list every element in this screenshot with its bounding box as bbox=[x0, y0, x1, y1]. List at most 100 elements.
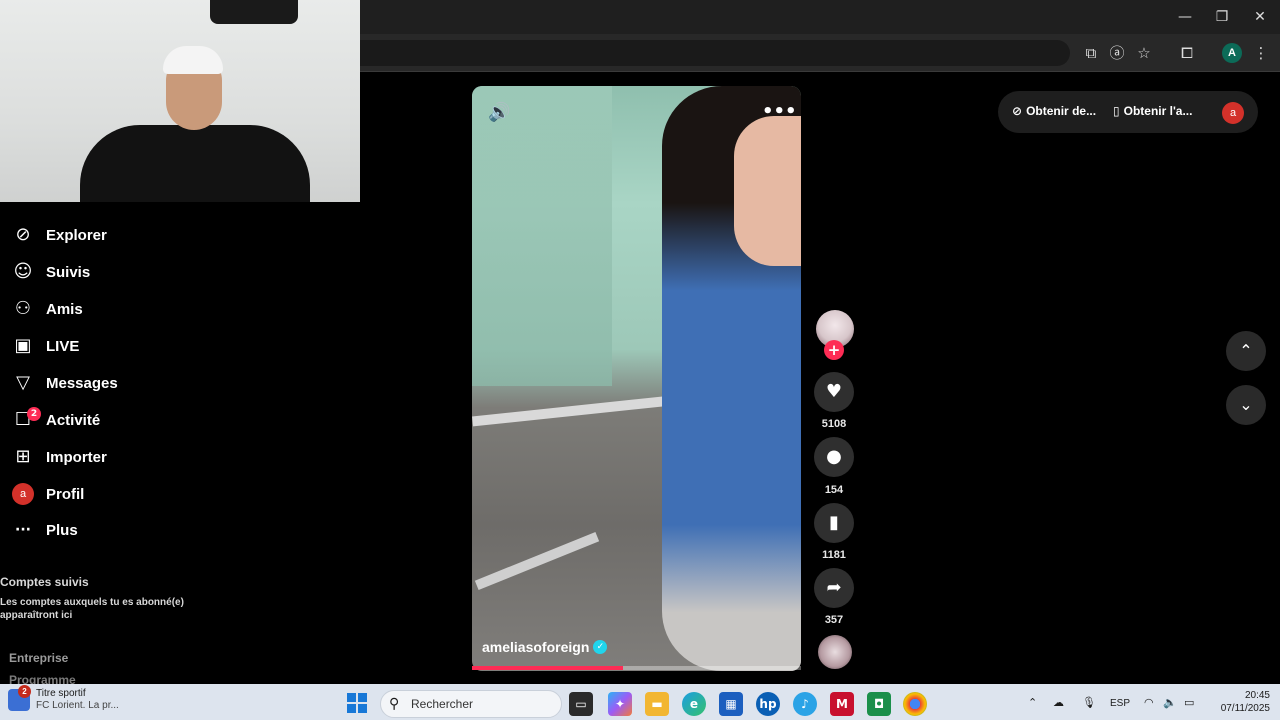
volume-icon[interactable]: 🔊 bbox=[488, 102, 510, 124]
task-view-icon[interactable]: ▭ bbox=[569, 692, 593, 716]
webcam-background-object bbox=[210, 0, 298, 24]
comment-count: 154 bbox=[824, 484, 844, 496]
verified-icon: ✓ bbox=[593, 640, 608, 654]
sidebar-item-label: Importer bbox=[46, 448, 107, 466]
language-indicator[interactable]: ESP bbox=[1110, 698, 1130, 709]
comment-icon: ● bbox=[826, 446, 842, 467]
news-badge: 2 bbox=[18, 685, 31, 698]
comment-button[interactable]: ● bbox=[814, 437, 854, 477]
microphone-icon[interactable]: 🎙 bbox=[1082, 696, 1096, 709]
upload-icon: ⊞ bbox=[15, 446, 31, 467]
sidebar-item-messages[interactable]: ▽ Messages bbox=[12, 368, 118, 398]
sidebar-item-label: LIVE bbox=[46, 337, 80, 355]
get-coins-label: Obtenir de... bbox=[1026, 104, 1097, 118]
live-icon: ▣ bbox=[14, 335, 32, 356]
profile-icon: a bbox=[12, 483, 34, 505]
edge-icon[interactable]: e bbox=[682, 692, 706, 716]
chrome-icon[interactable] bbox=[903, 692, 927, 716]
sidebar-item-profil[interactable]: a Profil bbox=[12, 479, 84, 509]
share-button[interactable]: ➦ bbox=[814, 568, 854, 608]
next-video-button[interactable]: ⌄ bbox=[1226, 385, 1266, 425]
webcam-person-torso bbox=[80, 125, 310, 202]
share-count: 357 bbox=[824, 614, 844, 626]
sidebar-item-activite[interactable]: ☐ 2 Activité bbox=[12, 405, 100, 435]
minimize-button[interactable]: — bbox=[1170, 6, 1200, 28]
activity-badge: 2 bbox=[27, 407, 41, 421]
get-coins-button[interactable]: ⊘ Obtenir de... bbox=[1012, 104, 1096, 118]
tray-expand-icon[interactable]: ⌃ bbox=[1028, 696, 1037, 709]
volume-tray-icon[interactable]: 🔈 bbox=[1163, 696, 1177, 709]
onedrive-icon[interactable]: ☁ bbox=[1053, 696, 1064, 709]
cast-icon[interactable]: ⧉ bbox=[1080, 42, 1102, 64]
user-avatar[interactable]: a bbox=[1222, 102, 1244, 124]
mcafee-icon[interactable]: M bbox=[830, 692, 854, 716]
author-username[interactable]: ameliasoforeign bbox=[482, 639, 589, 655]
save-button[interactable]: ▮ bbox=[814, 503, 854, 543]
webcam-person-cap bbox=[163, 46, 223, 74]
extensions-icon[interactable]: ⧠ bbox=[1176, 42, 1198, 64]
chevron-down-icon: ⌄ bbox=[1239, 395, 1253, 414]
search-label: Rechercher bbox=[411, 697, 474, 711]
followed-accounts-description: Les comptes auxquels tu es abonné(e) app… bbox=[0, 597, 184, 621]
news-subtitle: FC Lorient. La pr... bbox=[36, 700, 119, 711]
video-options-icon[interactable]: ••• bbox=[762, 102, 797, 124]
compass-icon: ⊘ bbox=[15, 224, 31, 245]
taskbar-search[interactable]: ⚲ Rechercher bbox=[380, 690, 562, 718]
system-clock[interactable]: 20:45 07/11/2025 bbox=[1200, 689, 1270, 715]
app-icon[interactable]: ♪ bbox=[793, 692, 817, 716]
sidebar-item-plus[interactable]: ··· Plus bbox=[12, 515, 78, 545]
sidebar-item-label: Explorer bbox=[46, 226, 107, 244]
more-vertical-icon[interactable]: ⋮ bbox=[1250, 42, 1272, 64]
sidebar-item-explorer[interactable]: ⊘ Explorer bbox=[12, 220, 107, 250]
wifi-icon[interactable]: ◠ bbox=[1144, 696, 1154, 709]
video-progress-fill bbox=[472, 666, 624, 670]
bookmark-icon: ▮ bbox=[829, 512, 839, 533]
browser-profile-avatar[interactable]: A bbox=[1222, 43, 1242, 63]
music-disc[interactable] bbox=[818, 635, 852, 669]
footer-link-entreprise[interactable]: Entreprise bbox=[9, 651, 68, 665]
sidebar-item-suivis[interactable]: ☺ Suivis bbox=[12, 257, 91, 287]
video-player[interactable] bbox=[472, 86, 801, 671]
star-icon[interactable]: ☆ bbox=[1133, 42, 1155, 64]
news-title: Titre sportif bbox=[36, 688, 86, 699]
video-frame-wall bbox=[472, 86, 612, 386]
file-explorer-icon[interactable]: ▬ bbox=[645, 692, 669, 716]
battery-icon[interactable]: ▭ bbox=[1184, 696, 1194, 709]
heart-icon: ♥ bbox=[825, 381, 843, 402]
followed-accounts-title: Comptes suivis bbox=[0, 575, 89, 589]
copilot-icon[interactable]: ✦ bbox=[608, 692, 632, 716]
news-icon: 2 bbox=[8, 685, 31, 711]
follow-button[interactable]: + bbox=[824, 340, 844, 360]
sidebar-item-live[interactable]: ▣ LIVE bbox=[12, 331, 79, 361]
video-frame-face bbox=[734, 116, 801, 266]
sidebar-item-label: Activité bbox=[46, 411, 101, 429]
following-icon: ☺ bbox=[13, 261, 33, 282]
previous-video-button[interactable]: ⌃ bbox=[1226, 331, 1266, 371]
get-app-label: Obtenir l'a... bbox=[1123, 104, 1193, 118]
coin-icon: ⊘ bbox=[1012, 104, 1023, 118]
phone-icon: ▯ bbox=[1113, 104, 1120, 118]
hp-icon[interactable]: hp bbox=[756, 692, 780, 716]
sidebar-item-label: Suivis bbox=[46, 263, 91, 281]
video-progress-bar[interactable] bbox=[472, 666, 801, 670]
translate-icon[interactable]: ⓐ bbox=[1106, 42, 1128, 64]
activity-icon: ☐ 2 bbox=[12, 407, 41, 431]
restore-button[interactable]: ❐ bbox=[1207, 6, 1237, 28]
sidebar-item-importer[interactable]: ⊞ Importer bbox=[12, 442, 107, 472]
video-frame-rail bbox=[472, 395, 672, 427]
like-count: 5108 bbox=[821, 418, 847, 430]
get-app-button[interactable]: ▯ Obtenir l'a... bbox=[1113, 104, 1192, 118]
windows-start-icon[interactable] bbox=[347, 693, 367, 713]
video-frame-rail bbox=[474, 532, 600, 590]
app-green-icon[interactable]: ◘ bbox=[867, 692, 891, 716]
address-bar[interactable] bbox=[330, 40, 1070, 66]
sidebar-item-label: Messages bbox=[46, 374, 118, 392]
like-button[interactable]: ♥ bbox=[814, 372, 854, 412]
sidebar-item-amis[interactable]: ⚇ Amis bbox=[12, 294, 83, 324]
sidebar-item-label: Amis bbox=[46, 300, 83, 318]
video-author[interactable]: ameliasoforeign ✓ bbox=[482, 639, 608, 655]
close-window-button[interactable]: ✕ bbox=[1245, 6, 1275, 28]
news-widget[interactable]: 2 Titre sportif FC Lorient. La pr... bbox=[8, 685, 119, 712]
store-icon[interactable]: ▦ bbox=[719, 692, 743, 716]
chevron-up-icon: ⌃ bbox=[1239, 341, 1253, 360]
